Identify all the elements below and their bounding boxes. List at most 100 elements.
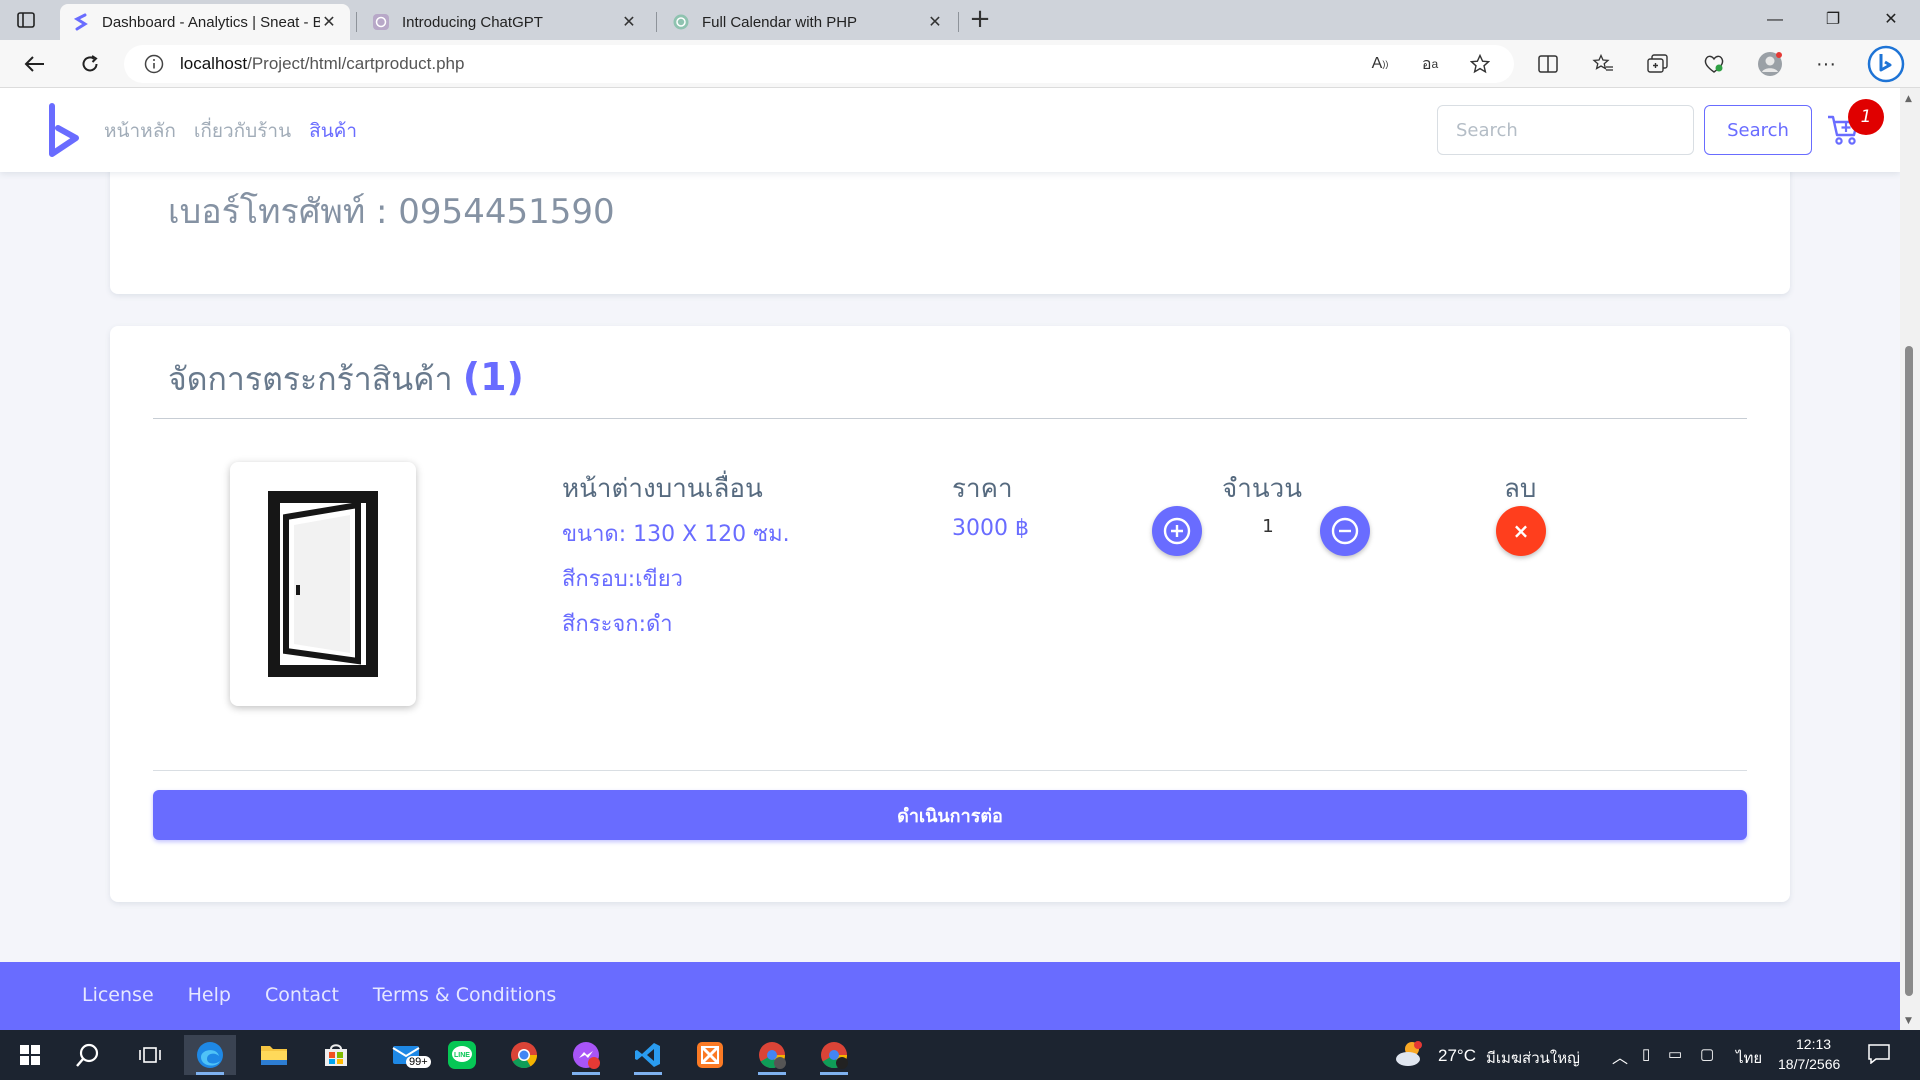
network-icon[interactable]: ▢ — [1700, 1045, 1714, 1063]
search-input[interactable] — [1437, 105, 1694, 155]
back-arrow-icon[interactable] — [20, 50, 48, 78]
messenger-icon[interactable] — [560, 1035, 612, 1075]
favorites-icon[interactable] — [1589, 50, 1617, 78]
main-menu: หน้าหลัก เกี่ยวกับร้าน สินค้า — [104, 116, 357, 146]
vertical-scrollbar[interactable]: ▲ ▼ — [1900, 88, 1920, 1030]
decrease-quantity-button[interactable] — [1320, 506, 1370, 556]
mail-icon[interactable]: 99+ — [380, 1035, 432, 1075]
browser-toolbar: localhost/Project/html/cartproduct.php A… — [0, 40, 1920, 88]
site-info-icon[interactable] — [144, 54, 180, 74]
close-tab-icon[interactable]: ✕ — [620, 12, 638, 32]
plus-circle-icon — [1163, 517, 1191, 545]
weather-description: มีเมฆส่วนใหญ่ — [1486, 1050, 1580, 1067]
tab-actions-menu-icon[interactable] — [16, 10, 36, 30]
cart-title: จัดการตระกร้าสินค้า (1) — [168, 354, 524, 405]
search-button[interactable]: Search — [1704, 105, 1812, 155]
clock-date[interactable]: 18/7/2566 — [1778, 1056, 1840, 1072]
split-screen-icon[interactable] — [1534, 50, 1562, 78]
phone-number-text: เบอร์โทรศัพท์ : 0954451590 — [168, 192, 615, 232]
quantity-header: จำนวน — [1222, 474, 1302, 504]
file-explorer-icon[interactable] — [248, 1035, 300, 1075]
notification-icon[interactable] — [1868, 1044, 1890, 1068]
address-bar[interactable]: localhost/Project/html/cartproduct.php — [124, 45, 1514, 83]
tab-chatgpt[interactable]: Introducing ChatGPT ✕ — [360, 4, 650, 40]
url-host: localhost — [180, 54, 248, 73]
translate-icon[interactable]: อa — [1416, 50, 1444, 78]
close-tab-icon[interactable]: ✕ — [320, 12, 338, 32]
tab-full-calendar[interactable]: Full Calendar with PHP ✕ — [660, 4, 956, 40]
clock-time[interactable]: 12:13 — [1796, 1036, 1831, 1052]
edge-browser-icon[interactable] — [184, 1035, 236, 1075]
sneat-icon — [72, 13, 90, 31]
device-icon[interactable]: ▯ — [1642, 1045, 1650, 1063]
tab-title: Dashboard - Analytics | Sneat - B — [102, 13, 320, 31]
footer-link-contact[interactable]: Contact — [265, 984, 339, 1006]
product-glass-color: สีกระจก:ดำ — [562, 612, 673, 637]
chrome-profile-icon[interactable] — [808, 1035, 860, 1075]
task-view-icon[interactable] — [124, 1035, 176, 1075]
footer-link-license[interactable]: License — [82, 984, 154, 1006]
browser-tab-strip: Dashboard - Analytics | Sneat - B ✕ Intr… — [0, 0, 1920, 40]
site-logo[interactable] — [46, 102, 82, 158]
minimize-icon[interactable]: — — [1752, 6, 1798, 34]
chrome-profile-icon[interactable] — [746, 1035, 798, 1075]
mail-count-badge: 99+ — [406, 1056, 431, 1068]
scroll-down-arrow-icon[interactable]: ▼ — [1905, 1016, 1912, 1026]
openai-icon — [372, 13, 390, 31]
weather-temperature: 27°C — [1438, 1046, 1476, 1065]
footer-link-terms[interactable]: Terms & Conditions — [373, 984, 556, 1006]
svg-text:LINE: LINE — [454, 1052, 470, 1059]
product-name: หน้าต่างบานเลื่อน — [562, 474, 763, 504]
chevron-up-icon[interactable]: ︿ — [1612, 1044, 1628, 1068]
windows-start-icon[interactable] — [4, 1035, 56, 1075]
line-app-icon[interactable]: LINE — [436, 1035, 488, 1075]
tab-title: Introducing ChatGPT — [402, 13, 543, 31]
footer-links: License Help Contact Terms & Conditions — [82, 984, 556, 1006]
delete-header: ลบ — [1504, 474, 1537, 504]
continue-button[interactable]: ดำเนินการต่อ — [153, 790, 1747, 840]
refresh-icon[interactable] — [76, 50, 104, 78]
microsoft-store-icon[interactable] — [310, 1035, 362, 1075]
cart-item-count: (1) — [462, 355, 524, 399]
page-viewport: เบอร์โทรศัพท์ : 0954451590 หน้าหลัก เกี่… — [0, 88, 1900, 1030]
tab-dashboard[interactable]: Dashboard - Analytics | Sneat - B ✕ — [60, 4, 350, 40]
collections-icon[interactable] — [1644, 50, 1672, 78]
more-menu-icon[interactable]: ··· — [1812, 50, 1840, 78]
divider — [153, 418, 1747, 419]
chrome-icon[interactable] — [498, 1035, 550, 1075]
cart-card: จัดการตระกร้าสินค้า (1) หน้าต่างบานเลื่อ… — [110, 326, 1790, 902]
battery-icon[interactable]: ▭ — [1668, 1045, 1682, 1063]
scroll-up-arrow-icon[interactable]: ▲ — [1905, 94, 1912, 104]
openai-icon — [672, 13, 690, 31]
menu-item-products[interactable]: สินค้า — [309, 116, 357, 146]
vscode-icon[interactable] — [622, 1035, 674, 1075]
scrollbar-thumb[interactable] — [1905, 346, 1913, 996]
product-image — [230, 462, 416, 706]
tab-title: Full Calendar with PHP — [702, 13, 858, 31]
browser-essentials-icon[interactable] — [1700, 50, 1728, 78]
weather-icon[interactable] — [1394, 1039, 1426, 1073]
site-navbar: หน้าหลัก เกี่ยวกับร้าน สินค้า Search 1 — [0, 88, 1900, 172]
menu-item-about[interactable]: เกี่ยวกับร้าน — [194, 116, 291, 146]
menu-item-home[interactable]: หน้าหลัก — [104, 116, 176, 146]
read-aloud-icon[interactable]: A)) — [1366, 50, 1394, 78]
footer-link-help[interactable]: Help — [188, 984, 231, 1006]
delete-item-button[interactable]: × — [1496, 506, 1546, 556]
xampp-icon[interactable] — [684, 1035, 736, 1075]
windows-taskbar: 99+ LINE 27°C มีเมฆส่วนใหญ่ ︿ ▯ ▭ ▢ ไทย … — [0, 1030, 1920, 1080]
restore-icon[interactable]: ❐ — [1810, 6, 1856, 34]
language-indicator[interactable]: ไทย — [1736, 1046, 1762, 1070]
quantity-value: 1 — [1262, 516, 1274, 537]
product-frame-color: สีกรอบ:เขียว — [562, 567, 683, 592]
profile-avatar-icon[interactable] — [1756, 50, 1784, 78]
increase-quantity-button[interactable] — [1152, 506, 1202, 556]
close-tab-icon[interactable]: ✕ — [926, 12, 944, 32]
favorite-star-icon[interactable] — [1466, 50, 1494, 78]
close-window-icon[interactable]: ✕ — [1868, 6, 1914, 34]
search-icon[interactable] — [62, 1035, 114, 1075]
new-tab-icon[interactable]: + — [966, 6, 994, 34]
divider — [153, 770, 1747, 771]
window-product-icon — [268, 491, 378, 677]
bing-copilot-icon[interactable] — [1866, 44, 1906, 84]
price-header: ราคา — [952, 474, 1013, 504]
